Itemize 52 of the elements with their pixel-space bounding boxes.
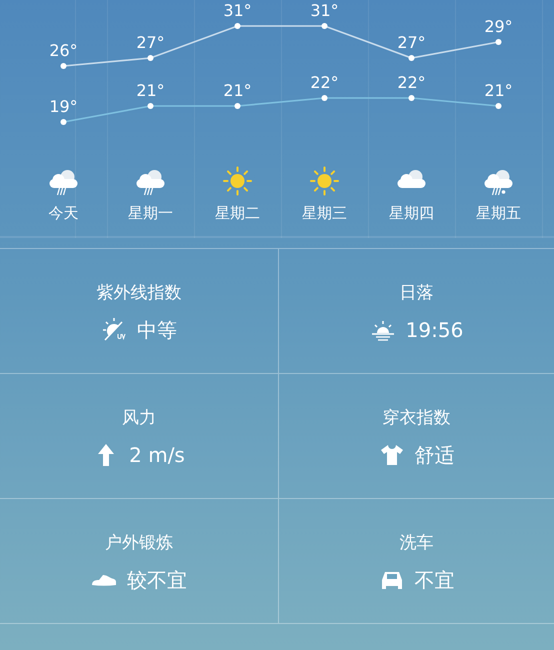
temperature-label: 27° bbox=[397, 33, 426, 52]
shirt-icon bbox=[378, 443, 404, 467]
temperature-label: 21° bbox=[484, 81, 513, 100]
data-point bbox=[60, 63, 66, 69]
temperature-label: 27° bbox=[136, 33, 165, 52]
day-label: 星期三 bbox=[302, 204, 347, 222]
sunset-icon bbox=[370, 318, 396, 342]
day-label: 星期一 bbox=[128, 204, 173, 222]
data-point bbox=[148, 55, 154, 61]
data-point bbox=[234, 23, 240, 29]
detail-title: 风力 bbox=[122, 407, 156, 430]
detail-value: 中等 bbox=[137, 317, 177, 343]
detail-value: 舒适 bbox=[414, 442, 454, 468]
detail-value: 较不宜 bbox=[127, 567, 187, 593]
temperature-label: 29° bbox=[484, 17, 513, 36]
data-point bbox=[408, 95, 414, 101]
detail-value: 19:56 bbox=[406, 317, 464, 343]
detail-title: 穿衣指数 bbox=[382, 407, 450, 430]
data-point bbox=[496, 39, 502, 45]
detail-value: 2 m/s bbox=[129, 442, 185, 468]
detail-title: 户外锻炼 bbox=[105, 532, 173, 555]
temperature-label: 21° bbox=[223, 81, 252, 100]
day-label: 星期二 bbox=[215, 204, 260, 222]
temperature-label: 31° bbox=[310, 1, 339, 20]
cloud-icon bbox=[398, 170, 426, 188]
day-label: 今天 bbox=[48, 204, 78, 222]
data-point bbox=[148, 103, 154, 109]
data-point bbox=[60, 119, 66, 125]
detail-value: 不宜 bbox=[414, 567, 454, 593]
rain-cloud-icon bbox=[50, 170, 78, 195]
sun-icon bbox=[311, 168, 338, 194]
day-label: 星期四 bbox=[389, 204, 434, 222]
detail-title: 紫外线指数 bbox=[96, 282, 182, 305]
data-point bbox=[234, 103, 240, 109]
shoe-icon bbox=[91, 574, 117, 586]
temperature-label: 21° bbox=[136, 81, 165, 100]
data-point bbox=[496, 103, 502, 109]
data-point bbox=[408, 55, 414, 61]
sun-icon bbox=[224, 168, 251, 194]
data-point bbox=[322, 23, 328, 29]
detail-title: 日落 bbox=[400, 282, 434, 305]
temperature-label: 19° bbox=[49, 97, 78, 116]
rain-cloud-icon bbox=[484, 170, 512, 195]
day-label: 星期五 bbox=[476, 204, 521, 222]
temperature-label: 31° bbox=[223, 1, 252, 20]
rain-cloud-icon bbox=[136, 170, 164, 195]
temperature-label: 22° bbox=[397, 73, 426, 92]
detail-title: 洗车 bbox=[400, 532, 434, 555]
data-point bbox=[322, 95, 328, 101]
temperature-label: 22° bbox=[310, 73, 339, 92]
temperature-label: 26° bbox=[49, 41, 78, 60]
uv-sun-icon bbox=[101, 318, 127, 342]
